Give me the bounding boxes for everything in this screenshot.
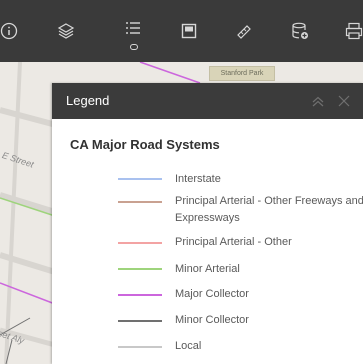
layers-icon	[57, 23, 75, 39]
legend-item-label: Principal Arterial - Other Freeways and …	[175, 195, 363, 224]
legend-panel: Legend CA Major Road Systems Interstate …	[52, 83, 363, 364]
database-add-icon	[292, 22, 308, 39]
legend-item: Interstate	[118, 171, 363, 188]
legend-item: Local	[118, 338, 363, 355]
print-button[interactable]	[337, 12, 363, 50]
legend-item: Principal Arterial - Other	[118, 234, 363, 251]
chevron-double-up-icon	[312, 96, 324, 107]
legend-item-label: Minor Collector	[175, 314, 249, 326]
close-button[interactable]	[334, 91, 354, 111]
legend-button[interactable]	[116, 10, 150, 50]
legend-swatch-principal-arterial-freeways	[118, 201, 162, 203]
collapse-button[interactable]	[308, 91, 328, 111]
info-button[interactable]	[0, 12, 26, 50]
legend-item-label: Principal Arterial - Other	[175, 236, 292, 248]
map-park-label: Stanford Park	[209, 66, 275, 81]
add-data-button[interactable]	[283, 12, 317, 50]
close-icon	[338, 95, 350, 107]
legend-panel-header: Legend	[52, 83, 363, 119]
basemap-button[interactable]	[172, 12, 206, 50]
basemap-icon	[181, 23, 197, 39]
legend-item: Minor Collector	[118, 312, 363, 329]
legend-swatch-local	[118, 346, 162, 348]
legend-item: Minor Arterial	[118, 261, 363, 278]
legend-item-label: Major Collector	[175, 288, 249, 300]
print-icon	[345, 22, 363, 40]
legend-item-label: Interstate	[175, 173, 221, 185]
layers-button[interactable]	[49, 12, 83, 50]
legend-swatch-minor-collector	[118, 320, 162, 322]
legend-swatch-principal-arterial-other	[118, 242, 162, 244]
legend-swatch-interstate	[118, 178, 162, 180]
legend-item-label: Local	[175, 340, 202, 352]
legend-item-label: Minor Arterial	[175, 263, 240, 275]
legend-swatch-minor-arterial	[118, 268, 162, 270]
legend-panel-title: Legend	[66, 93, 110, 108]
measure-button[interactable]	[227, 12, 261, 50]
measure-icon	[237, 25, 251, 39]
legend-list-icon	[126, 22, 140, 34]
toolbar	[0, 0, 363, 62]
legend-layer-title: CA Major Road Systems	[70, 137, 220, 152]
legend-item: Principal Arterial - Other Freeways and …	[118, 193, 363, 227]
legend-swatch-major-collector	[118, 294, 162, 296]
info-icon	[0, 22, 18, 40]
legend-item: Major Collector	[118, 286, 363, 303]
